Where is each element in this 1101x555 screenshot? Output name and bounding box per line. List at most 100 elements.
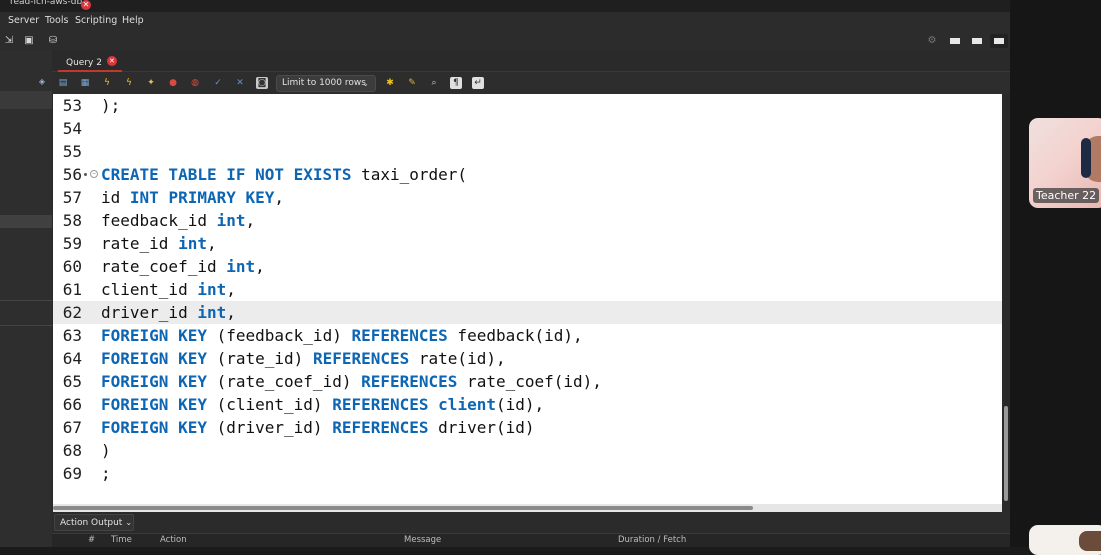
sidebar-divider xyxy=(0,300,52,301)
menu-tools[interactable]: Tools xyxy=(45,15,68,26)
code-line[interactable]: 68) xyxy=(53,439,1002,462)
line-number: 61 xyxy=(62,280,82,299)
tab-query-2[interactable]: Query 2 ✕ xyxy=(58,50,122,72)
menu-scripting[interactable]: Scripting xyxy=(75,15,117,26)
column-header-duration[interactable]: Duration / Fetch xyxy=(618,535,686,545)
code-line[interactable]: 66 FOREIGN KEY (client_id) REFERENCES cli… xyxy=(53,393,1002,416)
code-line[interactable]: 67 FOREIGN KEY (driver_id) REFERENCES dri… xyxy=(53,416,1002,439)
code-text: ; xyxy=(101,462,111,485)
sql-code-editor[interactable]: 53); 54 55 56− CREATE TABLE IF NOT EXISTS ta… xyxy=(53,94,1002,504)
toggle-secondary-sidebar-icon[interactable] xyxy=(990,34,1008,48)
vertical-scroll-thumb[interactable] xyxy=(1004,406,1008,501)
sql-token: , xyxy=(245,211,256,230)
column-header-action[interactable]: Action xyxy=(160,535,187,545)
code-line[interactable]: 62 driver_id int, xyxy=(53,301,1002,324)
new-sql-tab-icon[interactable]: ⇲ xyxy=(3,35,15,47)
save-icon[interactable]: ▦ xyxy=(79,77,91,89)
column-header-message[interactable]: Message xyxy=(404,535,441,545)
sidebar-selected-row[interactable] xyxy=(0,91,52,109)
find-replace-icon[interactable]: ⌕ xyxy=(428,77,440,89)
wrap-icon[interactable]: ↵ xyxy=(472,77,484,89)
code-line[interactable]: 58 feedback_id int, xyxy=(53,209,1002,232)
output-type-select[interactable]: Action Output ⌄ xyxy=(54,514,134,531)
beautify-icon[interactable]: ✱ xyxy=(384,77,396,89)
find-icon[interactable]: ✎ xyxy=(406,77,418,89)
sql-keyword: FOREIGN KEY xyxy=(101,326,207,345)
query-tab-bar: Query 2 ✕ xyxy=(52,50,1010,72)
participant-name: Teacher 22 xyxy=(1033,188,1100,203)
sidebar-divider xyxy=(0,325,52,326)
limit-rows-select[interactable]: Limit to 1000 rows ⌄ xyxy=(276,75,376,92)
close-connection-tab-icon[interactable]: ✕ xyxy=(81,0,91,10)
sql-keyword: client xyxy=(438,395,496,414)
explain-icon[interactable]: ✦ xyxy=(145,77,157,89)
code-text: client_id int, xyxy=(101,278,236,301)
line-number: 60 xyxy=(62,257,82,276)
code-line[interactable]: 57 id INT PRIMARY KEY, xyxy=(53,186,1002,209)
code-line[interactable]: 61 client_id int, xyxy=(53,278,1002,301)
line-number: 68 xyxy=(62,441,82,460)
title-bar: read-ich-aws-db ✕ xyxy=(0,0,1010,12)
invisible-chars-icon[interactable]: ¶ xyxy=(450,77,462,89)
code-text: feedback_id int, xyxy=(101,209,255,232)
sql-keyword: FOREIGN KEY xyxy=(101,418,207,437)
code-line[interactable]: 53); xyxy=(53,94,1002,117)
settings-icon[interactable]: ⚙ xyxy=(926,35,938,47)
code-text: ); xyxy=(101,94,120,117)
toggle-continue-icon[interactable]: ◍ xyxy=(189,77,201,89)
code-text: CREATE TABLE IF NOT EXISTS taxi_order( xyxy=(101,163,467,186)
column-header-time[interactable]: Time xyxy=(111,535,132,545)
code-line[interactable]: 54 xyxy=(53,117,1002,140)
sql-token: feedback_id xyxy=(101,211,217,230)
sql-token: (rate_id) xyxy=(206,349,313,368)
code-line[interactable]: 69; xyxy=(53,462,1002,485)
menu-help[interactable]: Help xyxy=(122,15,144,26)
sidebar-row[interactable] xyxy=(0,215,52,228)
code-line[interactable]: 59 rate_id int, xyxy=(53,232,1002,255)
code-line[interactable]: 55 xyxy=(53,140,1002,163)
inspector-icon[interactable]: ▣ xyxy=(23,35,35,47)
participant-video-tile[interactable]: Teacher 22 xyxy=(1029,118,1101,208)
editor-vertical-scrollbar[interactable] xyxy=(1002,94,1010,504)
menu-server[interactable]: Server xyxy=(8,15,39,26)
code-line[interactable]: 65 FOREIGN KEY (rate_coef_id) REFERENCES … xyxy=(53,370,1002,393)
code-line[interactable]: 60 rate_coef_id int, xyxy=(53,255,1002,278)
horizontal-scroll-thumb[interactable] xyxy=(53,506,753,510)
code-text: FOREIGN KEY (driver_id) REFERENCES drive… xyxy=(101,416,535,439)
sql-token: (client_id) xyxy=(206,395,333,414)
toggle-output-icon[interactable] xyxy=(968,34,986,48)
autocommit-icon[interactable]: ◙ xyxy=(256,77,268,89)
column-header-number[interactable]: # xyxy=(88,535,95,545)
sql-keyword: int xyxy=(216,211,246,230)
navigator-sidebar: ◈ xyxy=(0,50,52,547)
close-tab-icon[interactable]: ✕ xyxy=(106,56,117,66)
execute-current-icon[interactable]: ϟ xyxy=(123,77,135,89)
open-file-icon[interactable]: ▤ xyxy=(57,77,69,89)
meeting-overlay: Teacher 22 xyxy=(1010,0,1101,555)
code-line[interactable]: 56− CREATE TABLE IF NOT EXISTS taxi_order… xyxy=(53,163,1002,186)
toggle-sidebar-icon[interactable] xyxy=(946,34,964,48)
participant-video-tile-2[interactable] xyxy=(1029,525,1101,555)
editor-horizontal-scrollbar[interactable] xyxy=(53,504,1002,512)
code-text: rate_coef_id int, xyxy=(101,255,265,278)
execute-icon[interactable]: ϟ xyxy=(101,77,113,89)
code-line[interactable]: 63 FOREIGN KEY (feedback_id) REFERENCES f… xyxy=(53,324,1002,347)
code-line[interactable]: 64 FOREIGN KEY (rate_id) REFERENCES rate(… xyxy=(53,347,1002,370)
rollback-icon[interactable]: ✕ xyxy=(234,77,246,89)
fold-toggle-icon[interactable]: − xyxy=(90,170,98,178)
sql-token: (id), xyxy=(495,395,545,414)
sql-token: (driver_id) xyxy=(206,418,333,437)
window-title: read-ich-aws-db xyxy=(10,0,83,7)
sql-token: (feedback_id) xyxy=(206,326,352,345)
commit-icon[interactable]: ✓ xyxy=(212,77,224,89)
code-text: rate_id int, xyxy=(101,232,217,255)
sql-keyword: REFERENCES xyxy=(361,372,458,391)
line-number: 67 xyxy=(62,418,82,437)
stop-icon[interactable]: ● xyxy=(167,77,179,89)
sql-token: , xyxy=(226,280,236,299)
code-text: ) xyxy=(101,439,111,462)
chevron-down-icon: ⌄ xyxy=(362,79,369,88)
collapse-sidebar-icon[interactable]: ◈ xyxy=(36,76,48,88)
connection-icon[interactable]: ⛁ xyxy=(47,35,59,47)
